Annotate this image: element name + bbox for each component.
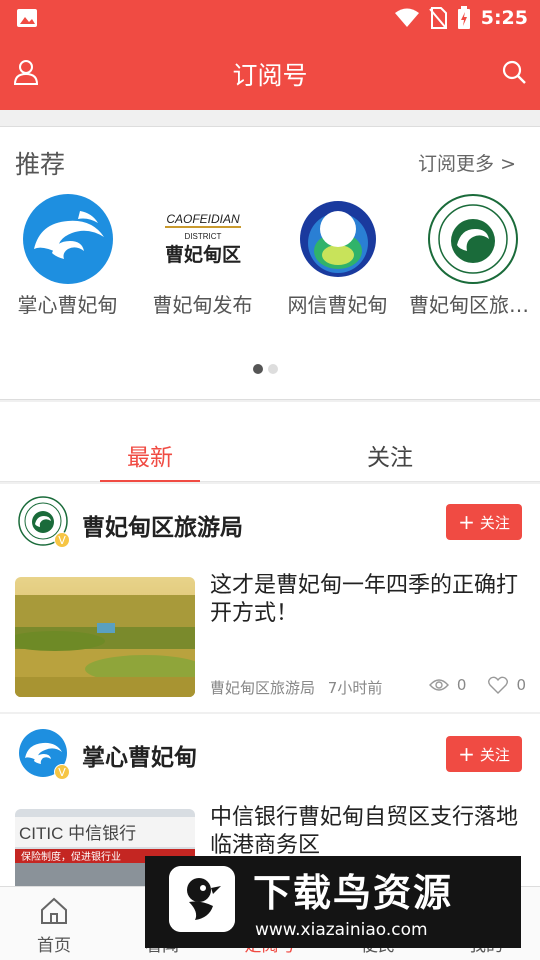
subscribe-more-link[interactable]: 订阅更多 > <box>418 149 516 176</box>
svg-text:CAOFEIDIAN: CAOFEIDIAN <box>166 212 240 226</box>
avatar[interactable]: V <box>18 728 70 780</box>
caofeidian-district-logo-icon: CAOFEIDIAN DISTRICT 曹妃甸区 <box>156 193 249 285</box>
tab-following[interactable]: 关注 <box>330 438 450 472</box>
tab-active-indicator <box>100 480 200 482</box>
recommend-item-name: 曹妃甸区旅游局 <box>409 293 540 317</box>
recommend-panel: 推荐 订阅更多 > 掌心曹妃甸 CAOFEIDIAN DISTRICT 曹妃甸区… <box>0 126 540 400</box>
thumb-sign-text: CITIC 中信银行 <box>19 824 136 843</box>
eye-icon <box>428 679 449 691</box>
verified-badge-icon: V <box>54 764 70 780</box>
svg-text:曹妃甸区: 曹妃甸区 <box>164 243 240 266</box>
thumb-banner-text: 保险制度，促进银行业 <box>21 850 121 863</box>
follow-button[interactable]: + 关注 <box>446 504 522 540</box>
avatar[interactable]: V <box>18 496 70 548</box>
recommend-item[interactable]: 曹妃甸区旅游局 <box>405 193 540 318</box>
follow-button-label: 关注 <box>479 745 510 764</box>
article-stats: 0 0 <box>428 676 526 694</box>
home-icon <box>41 897 67 924</box>
recommend-item-name: 曹妃甸发布 <box>152 293 253 317</box>
nav-home-label: 首页 <box>37 936 71 956</box>
recommend-item-name: 掌心曹妃甸 <box>17 293 118 317</box>
plus-icon: + <box>458 742 475 766</box>
recommend-item-name: 网信曹妃甸 <box>287 293 388 317</box>
heart-icon[interactable] <box>488 676 509 694</box>
recommend-carousel[interactable]: 掌心曹妃甸 CAOFEIDIAN DISTRICT 曹妃甸区 曹妃甸发布 网信曹… <box>0 193 540 317</box>
article-source: 曹妃甸区旅游局 <box>210 679 316 697</box>
carousel-dot-active <box>253 364 263 374</box>
article-time: 7小时前 <box>327 679 383 697</box>
account-name[interactable]: 曹妃甸区旅游局 <box>82 508 243 542</box>
feed-card[interactable]: V 曹妃甸区旅游局 + 关注 这才是曹妃甸一年四季的正确打开方式！ 曹妃甸区旅游… <box>0 484 540 712</box>
recommend-heading: 推荐 <box>15 150 66 179</box>
svg-text:DISTRICT: DISTRICT <box>184 232 221 241</box>
globe-logo-icon <box>299 201 376 277</box>
page-title: 订阅号 <box>232 61 308 90</box>
wave-logo-icon <box>22 194 113 284</box>
wetland-photo <box>15 577 195 697</box>
search-icon[interactable] <box>500 58 528 86</box>
feed-tabs: 最新 关注 <box>0 402 540 482</box>
article-meta: 曹妃甸区旅游局 7小时前 <box>210 677 382 698</box>
follow-button-label: 关注 <box>479 513 510 532</box>
tourism-seal-icon <box>427 194 518 284</box>
tab-latest-label: 最新 <box>127 445 173 471</box>
article-thumbnail[interactable] <box>15 577 195 697</box>
watermark: 下载鸟资源 www.xiazainiao.com <box>145 856 521 948</box>
nav-home[interactable]: 首页 <box>0 895 108 956</box>
article-title[interactable]: 中信银行曹妃甸自贸区支行落地临港商务区 <box>210 804 525 860</box>
battery-charging-icon <box>457 6 470 29</box>
app-bar: 订阅号 <box>0 36 540 110</box>
watermark-title: 下载鸟资源 <box>253 871 454 915</box>
no-sim-icon <box>428 7 447 29</box>
article-title[interactable]: 这才是曹妃甸一年四季的正确打开方式！ <box>210 572 525 628</box>
tab-following-label: 关注 <box>367 445 413 471</box>
follow-button[interactable]: + 关注 <box>446 736 522 772</box>
clock: 5:25 <box>480 7 528 29</box>
recommend-item[interactable]: CAOFEIDIAN DISTRICT 曹妃甸区 曹妃甸发布 <box>135 193 270 318</box>
carousel-dot <box>268 364 278 374</box>
bird-logo-icon <box>169 866 235 932</box>
view-count: 0 <box>456 676 467 694</box>
recommend-item[interactable]: 掌心曹妃甸 <box>0 193 135 318</box>
image-notification-icon <box>17 9 37 27</box>
recommend-item[interactable]: 网信曹妃甸 <box>270 193 405 318</box>
plus-icon: + <box>458 510 475 534</box>
tab-latest[interactable]: 最新 <box>90 438 210 482</box>
wifi-icon <box>394 8 419 27</box>
watermark-url: www.xiazainiao.com <box>255 920 428 940</box>
like-count: 0 <box>516 676 526 694</box>
carousel-indicator <box>253 364 278 374</box>
status-bar: 5:25 <box>0 0 540 36</box>
account-name[interactable]: 掌心曹妃甸 <box>82 738 197 772</box>
verified-badge-icon: V <box>54 532 70 548</box>
